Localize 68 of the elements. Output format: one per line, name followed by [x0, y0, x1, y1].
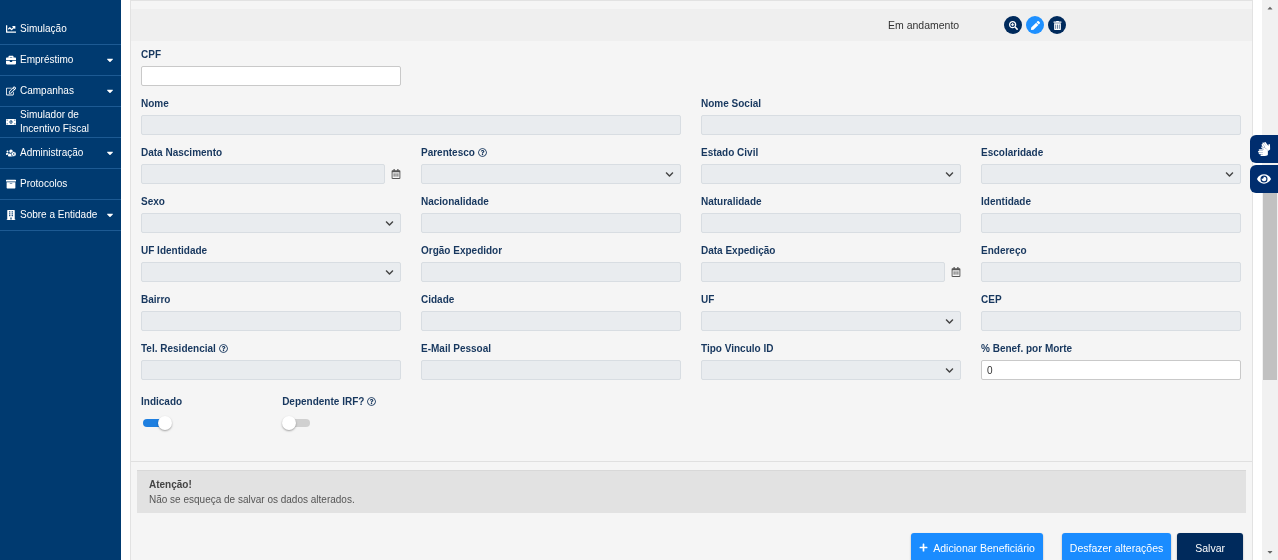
delete-button[interactable]	[1048, 16, 1066, 34]
sidebar-item-label: Simulação	[20, 22, 68, 36]
users-icon	[6, 148, 16, 158]
field-label: Orgão Expedidor	[421, 245, 503, 256]
calendar-icon[interactable]	[391, 169, 401, 179]
chevron-down-icon	[945, 316, 954, 326]
save-button[interactable]: Salvar	[1177, 533, 1243, 560]
sidebar-item-label: Administração	[20, 146, 85, 160]
field-label: Data Expedição	[701, 245, 776, 256]
field-label: E-Mail Pessoal	[421, 343, 492, 354]
field-label: Bairro	[141, 294, 171, 305]
chevron-down-icon	[945, 169, 954, 179]
eye-icon	[1257, 172, 1271, 186]
field-label: Parentesco	[421, 147, 475, 158]
caret-down-icon[interactable]	[1266, 548, 1274, 556]
chevron-down-icon	[945, 365, 954, 375]
alert-title: Atenção!	[149, 479, 193, 490]
zoom-in-icon	[1008, 20, 1018, 30]
pencil-icon	[1030, 20, 1040, 30]
sign-language-button[interactable]	[1250, 135, 1278, 163]
accessibility-view-button[interactable]	[1250, 165, 1278, 193]
field-label: Data Nascimento	[141, 147, 223, 158]
field-label: UF Identidade	[141, 245, 208, 256]
field-label: Cidade	[421, 294, 455, 305]
toggle-switch[interactable]	[141, 416, 173, 430]
calendar-icon[interactable]	[951, 267, 961, 277]
field-label: UF	[701, 294, 715, 305]
field-label: Nome	[141, 98, 169, 109]
chart-icon	[6, 24, 16, 34]
sidebar-item-label: Empréstimo	[20, 53, 75, 67]
sidebar-item-label: Protocolos	[20, 177, 69, 191]
field-label: % Benef. por Morte	[981, 343, 1073, 354]
field-label: CEP	[981, 294, 1002, 305]
caret-up-icon[interactable]	[1266, 4, 1274, 12]
input-field[interactable]	[141, 66, 401, 86]
chevron-down-icon	[385, 218, 394, 228]
scrollbar[interactable]	[1262, 0, 1278, 560]
chevron-down-icon	[665, 169, 674, 179]
trash-icon	[1052, 20, 1062, 30]
field-label: Dependente IRF?	[282, 396, 365, 407]
building-icon	[6, 210, 16, 220]
edit-icon	[6, 86, 16, 96]
sidebar-item-label: Simulador de Incentivo Fiscal	[20, 108, 90, 136]
sidebar-item-label: Sobre a Entidade	[20, 208, 99, 222]
field-label: Escolaridade	[981, 147, 1044, 158]
alert-message: Não se esqueça de salvar os dados alterados.	[149, 494, 356, 505]
briefcase-icon	[6, 55, 16, 65]
field-label: Naturalidade	[701, 196, 762, 207]
archive-icon	[6, 179, 16, 189]
field-label: Estado Civil	[701, 147, 759, 158]
field-label: Nacionalidade	[421, 196, 489, 207]
hand-icon	[1257, 142, 1271, 156]
chevron-down-icon	[385, 267, 394, 277]
banknote-icon	[6, 117, 16, 127]
chevron-down-icon	[1225, 169, 1234, 179]
field-label: CPF	[141, 49, 161, 60]
field-label: Tel. Residencial	[141, 343, 216, 354]
field-label: Sexo	[141, 196, 165, 207]
field-label: Identidade	[981, 196, 1031, 207]
field-label: Tipo Vinculo ID	[701, 343, 774, 354]
sidebar-item-label: Campanhas	[20, 84, 75, 98]
input-field[interactable]: 0	[981, 360, 1241, 380]
plus-icon	[919, 543, 929, 552]
field-label: Indicado	[141, 396, 183, 407]
status-text: Em andamento	[888, 19, 961, 31]
field-label: Endereço	[981, 245, 1027, 256]
view-button[interactable]	[1004, 16, 1022, 34]
field-label: Nome Social	[701, 98, 762, 109]
